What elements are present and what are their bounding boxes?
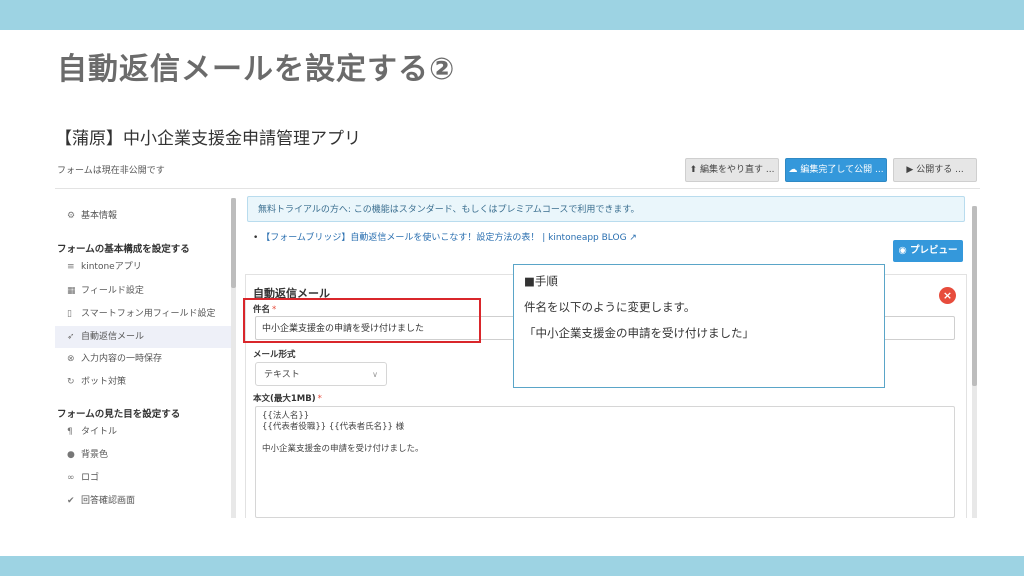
- save-publish-button[interactable]: ☁ 編集完了して公開 ...: [785, 158, 887, 182]
- chevron-down-icon: ∨: [372, 370, 378, 379]
- cloud-upload-icon: ☁: [788, 165, 798, 175]
- app-title: 【蒲原】中小企業支援金申請管理アプリ: [55, 129, 361, 149]
- body-textarea[interactable]: {{法人名}} {{代表者役職}} {{代表者氏名}} 様 中小企業支援金の申請…: [255, 406, 955, 518]
- gear-icon: ⚙: [67, 211, 76, 221]
- database-icon: ≡: [67, 262, 75, 272]
- sidebar-item-bot-protection[interactable]: ↻ ボット対策: [67, 371, 126, 393]
- sidebar-item-background[interactable]: ● 背景色: [67, 444, 108, 466]
- body-line: 中小企業支援金の申請を受け付けました。: [262, 444, 424, 454]
- external-link-icon: ↗: [626, 233, 637, 243]
- close-icon[interactable]: ×: [939, 287, 956, 304]
- trial-notice: 無料トライアルの方へ: この機能はスタンダード、もしくはプレミアムコースで利用で…: [247, 196, 965, 222]
- revert-button[interactable]: ⬆ 編集をやり直す ...: [685, 158, 779, 182]
- subject-highlight-box: [243, 298, 481, 343]
- sidebar-item-field-settings[interactable]: ▦ フィールド設定: [67, 280, 144, 302]
- undo-icon: ⬆: [689, 165, 698, 175]
- refresh-icon: ↻: [67, 377, 75, 387]
- format-label: メール形式: [253, 350, 296, 360]
- body-line: {{法人名}}: [262, 411, 310, 421]
- sidebar-item-kintone-app[interactable]: ≡ kintoneアプリ: [67, 256, 142, 278]
- sidebar-item-basic-info[interactable]: ⚙ 基本情報: [67, 205, 117, 227]
- callout-heading: ■手順: [524, 274, 558, 288]
- callout-line: 件名を以下のように変更します。: [524, 300, 696, 314]
- sidebar-item-confirm-screen[interactable]: ✔ 回答確認画面: [67, 490, 135, 512]
- sidebar-item-auto-reply[interactable]: ➶ 自動返信メール: [67, 326, 144, 348]
- eye-icon: ◉: [898, 245, 911, 256]
- grid-icon: ▦: [67, 286, 76, 296]
- main-scrollbar-thumb[interactable]: [972, 206, 977, 386]
- preview-button[interactable]: ◉ プレビュー: [893, 240, 963, 262]
- publish-button[interactable]: ▶ 公開する ...: [893, 158, 977, 182]
- send-icon: ➶: [67, 332, 75, 342]
- format-select[interactable]: テキスト ∨: [255, 362, 387, 386]
- publish-status: フォームは現在非公開です: [57, 166, 165, 176]
- logo-icon: ∞: [67, 473, 75, 483]
- slide-top-bar: [0, 0, 1024, 30]
- sidebar-item-title[interactable]: ¶ タイトル: [67, 421, 117, 443]
- blog-link-row: • 【フォームブリッジ】自動返信メールを使いこなす！設定方法の表！ | kint…: [253, 233, 637, 243]
- slide-bottom-bar: [0, 556, 1024, 576]
- slide-title: 自動返信メールを設定する②: [57, 52, 456, 87]
- check-icon: ✔: [67, 496, 75, 506]
- droplet-icon: ●: [67, 450, 75, 460]
- blog-link[interactable]: 【フォームブリッジ】自動返信メールを使いこなす！設定方法の表！ | kinton…: [261, 233, 626, 243]
- callout-line: 「中小企業支援金の申請を受け付けました」: [524, 326, 754, 340]
- save-circle-icon: ⊗: [67, 354, 75, 364]
- instruction-callout: ■手順 件名を以下のように変更します。 「中小企業支援金の申請を受け付けました」: [513, 264, 885, 388]
- header-divider: [55, 188, 980, 189]
- body-line: {{代表者役職}} {{代表者氏名}} 様: [262, 422, 405, 432]
- body-line: [262, 433, 948, 444]
- play-icon: ▶: [906, 165, 914, 175]
- sidebar-section-basic: フォームの基本構成を設定する: [57, 244, 190, 255]
- sidebar-item-smartphone-fields[interactable]: ▯ スマートフォン用フィールド設定: [67, 303, 216, 325]
- sidebar-item-logo[interactable]: ∞ ロゴ: [67, 467, 99, 489]
- sidebar-item-temp-save[interactable]: ⊗ 入力内容の一時保存: [67, 348, 162, 370]
- paragraph-icon: ¶: [67, 427, 73, 437]
- sidebar-scrollbar-thumb[interactable]: [231, 198, 236, 288]
- body-label: 本文(最大1MB) *: [253, 394, 322, 404]
- sidebar-section-appearance: フォームの見た目を設定する: [57, 409, 181, 420]
- smartphone-icon: ▯: [67, 309, 72, 319]
